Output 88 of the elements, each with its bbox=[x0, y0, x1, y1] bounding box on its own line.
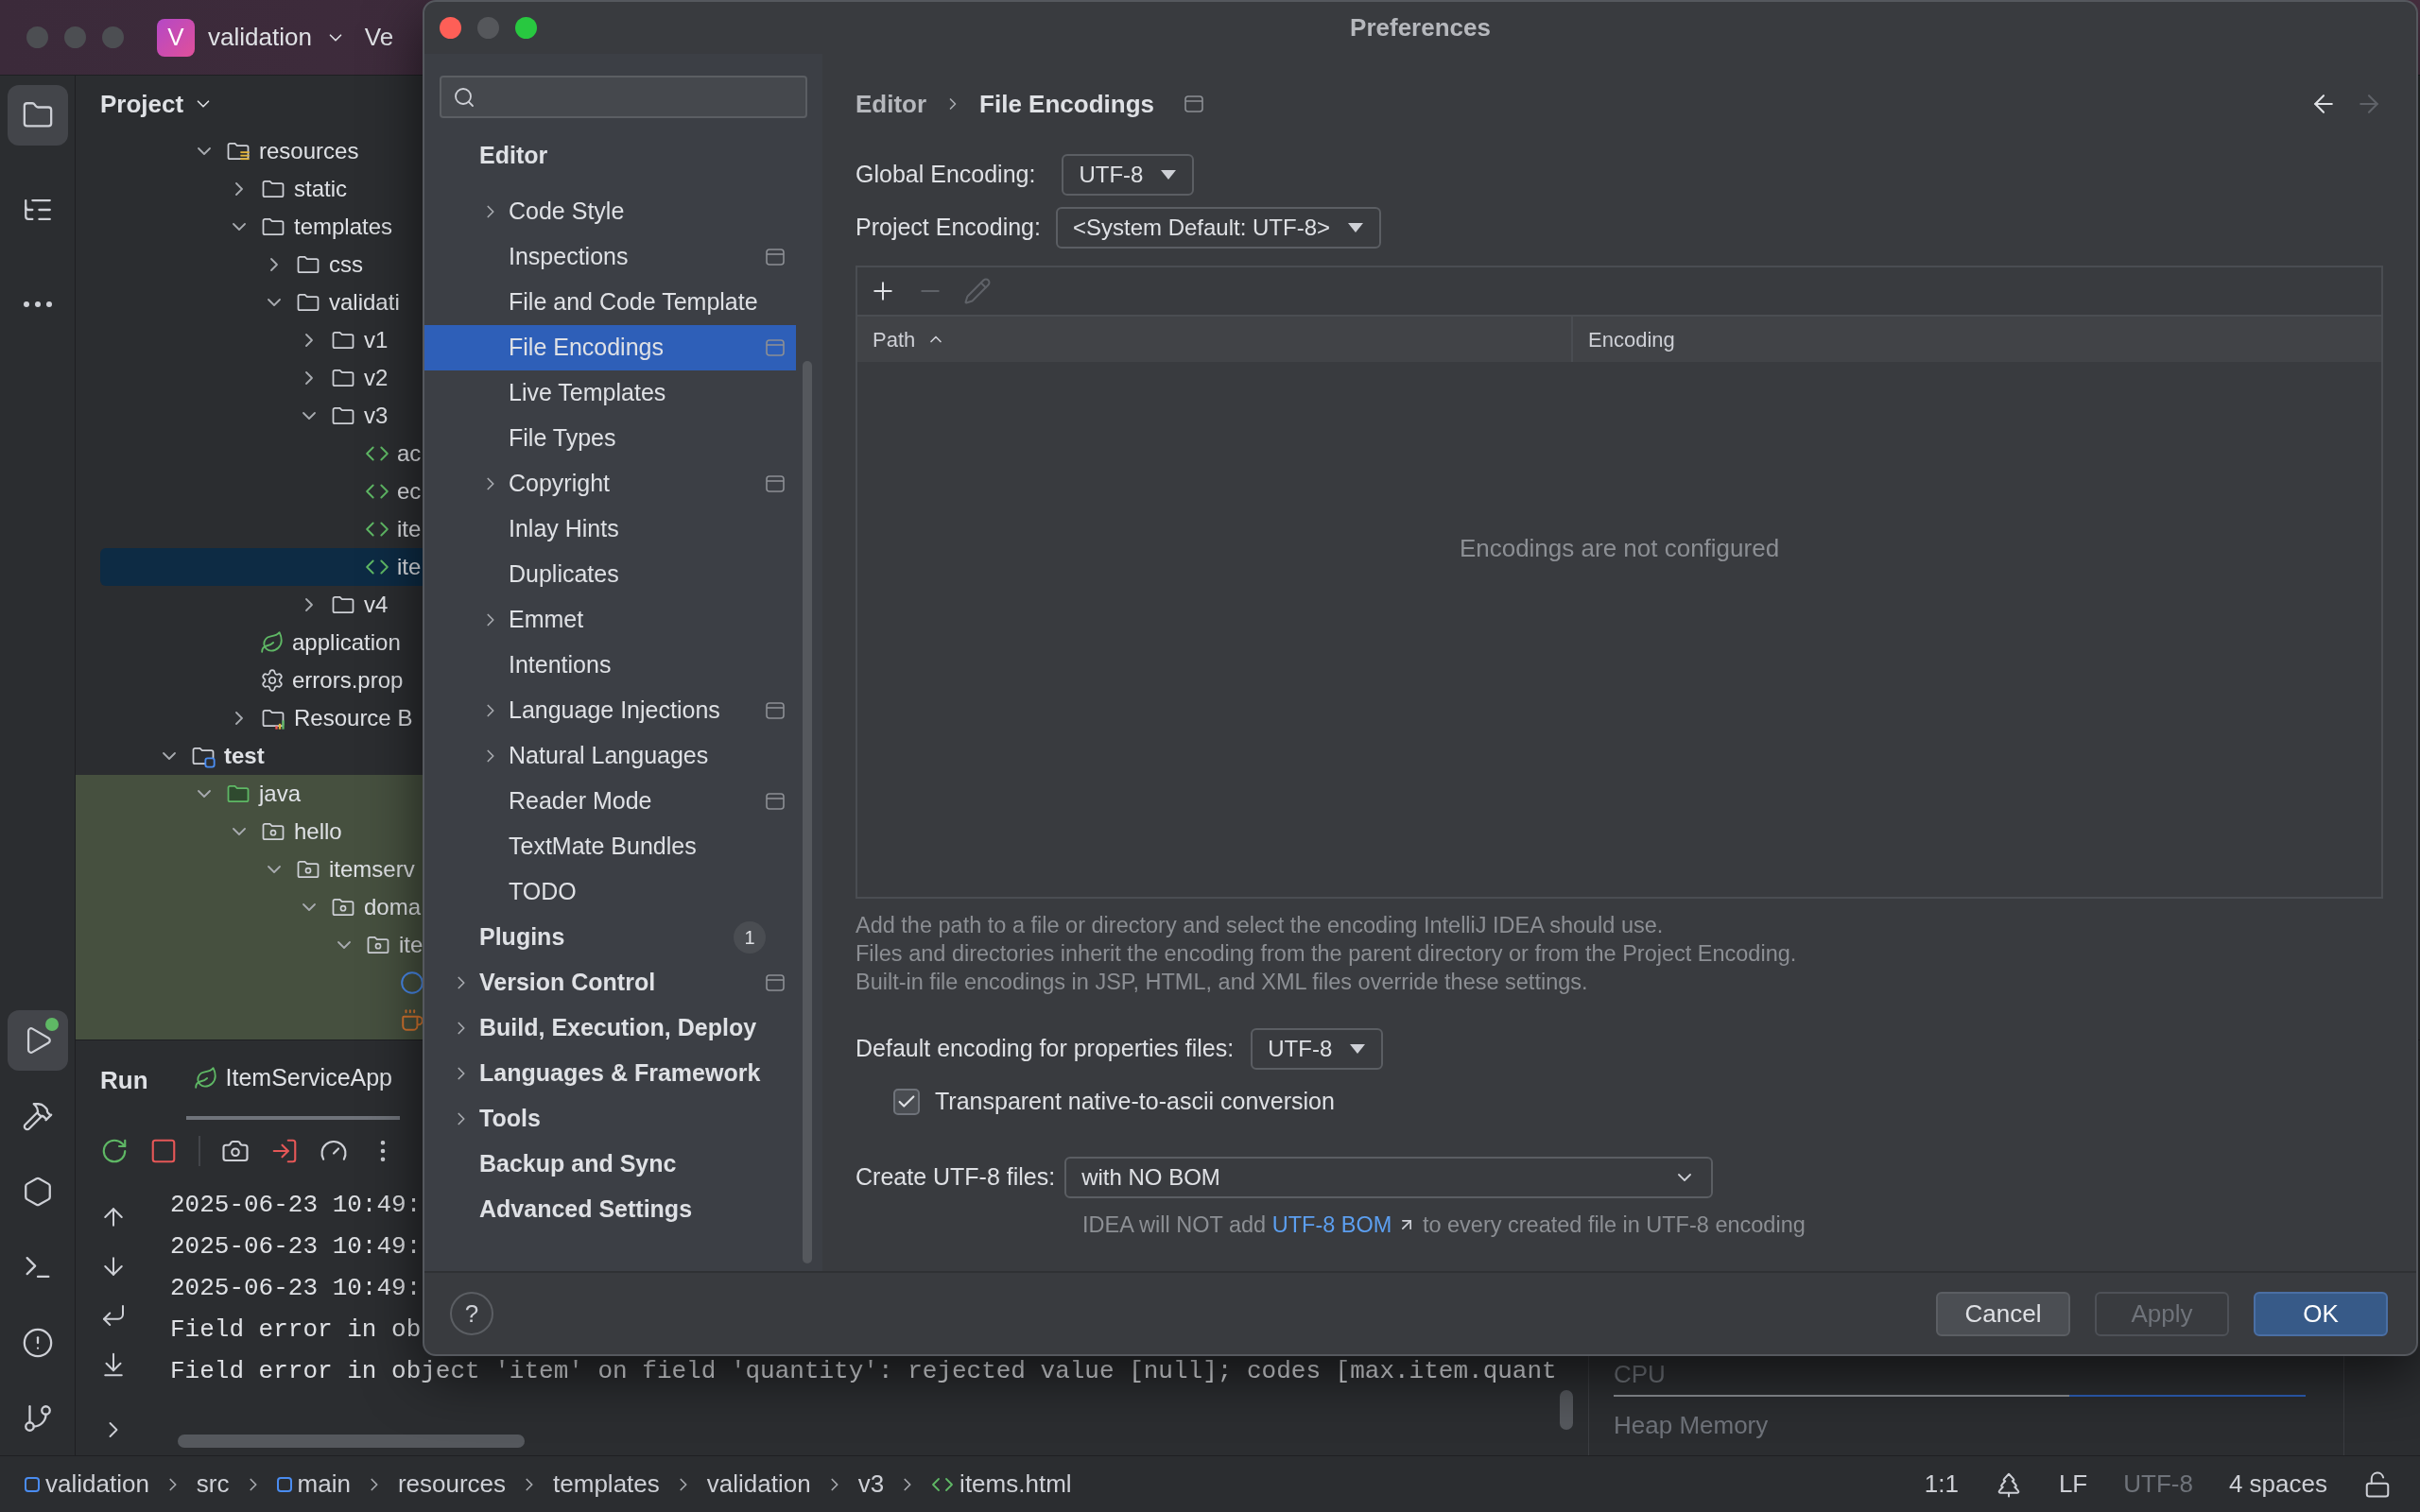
settings-item[interactable]: Tools bbox=[424, 1096, 796, 1142]
help-text: Built-in file encodings in JSP, HTML, and XML files override these settings. bbox=[856, 969, 1589, 996]
settings-item[interactable]: Advanced Settings bbox=[424, 1187, 796, 1232]
help-button[interactable]: ? bbox=[450, 1292, 493, 1335]
status-widget[interactable]: LF bbox=[2058, 1466, 2088, 1503]
breadcrumb-item[interactable]: v3 bbox=[857, 1466, 885, 1503]
breadcrumb-item[interactable]: templates bbox=[553, 1466, 660, 1503]
search-icon bbox=[453, 85, 475, 109]
scope-icon bbox=[766, 475, 785, 492]
checkbox-box[interactable] bbox=[893, 1089, 920, 1115]
horizontal-scrollbar[interactable] bbox=[178, 1435, 525, 1448]
breadcrumb-item[interactable]: resources bbox=[397, 1466, 507, 1503]
circle-icon bbox=[400, 971, 424, 995]
breadcrumb-item[interactable]: main bbox=[276, 1466, 351, 1503]
scope-icon bbox=[766, 339, 785, 356]
tool-window-button[interactable] bbox=[7, 1010, 68, 1071]
dialog-button[interactable]: OK bbox=[2254, 1291, 2388, 1336]
hammer-icon bbox=[21, 1100, 54, 1132]
console-line: Field error in ob bbox=[170, 1314, 422, 1346]
zoom-light[interactable] bbox=[515, 17, 537, 39]
module-icon bbox=[276, 1476, 292, 1492]
breadcrumb-item[interactable]: validation bbox=[25, 1466, 149, 1503]
more-icon bbox=[22, 301, 53, 308]
search-field[interactable] bbox=[440, 76, 807, 118]
profiler-label: CPU bbox=[1614, 1359, 1667, 1390]
console-line: Field error in object 'item' on field 'quantity': rejected value [null]; codes [max.item.quant bbox=[170, 1355, 1557, 1387]
help-text: Add the path to a file or directory and select the encoding IntelliJ IDEA should use. bbox=[856, 912, 1665, 939]
vcs-menu[interactable]: Ve bbox=[364, 19, 394, 56]
scope-icon bbox=[1184, 95, 1204, 112]
field-label: Default encoding for properties files: bbox=[856, 1034, 1235, 1064]
cup-icon bbox=[400, 1008, 424, 1033]
help-text: Files and directories inherit the encoding from the parent directory or from the Project Encoding. bbox=[856, 940, 1798, 968]
dropdown[interactable]: with NO BOM bbox=[1064, 1157, 1714, 1198]
checkbox[interactable]: Transparent native-to-ascii conversion bbox=[893, 1084, 1335, 1120]
project-switcher[interactable]: V validation bbox=[157, 18, 346, 57]
scope-icon bbox=[766, 702, 785, 719]
caret-icon bbox=[1160, 169, 1178, 180]
field-label: Global Encoding: bbox=[856, 160, 1036, 190]
breadcrumb-item[interactable]: items.html bbox=[931, 1466, 1072, 1503]
count-badge: 1 bbox=[734, 921, 766, 954]
close-light[interactable] bbox=[440, 17, 461, 39]
tool-window-button[interactable] bbox=[7, 85, 68, 146]
module-icon bbox=[25, 1476, 40, 1492]
caret-icon bbox=[1349, 1043, 1367, 1055]
stop-icon[interactable] bbox=[149, 1137, 178, 1165]
panel-title: Run bbox=[100, 1064, 148, 1096]
settings-item[interactable]: Build, Execution, Deploy bbox=[424, 1005, 796, 1051]
dropdown[interactable]: UTF-8 bbox=[1251, 1028, 1384, 1070]
dropdown[interactable]: <System Default: UTF-8> bbox=[1055, 207, 1382, 249]
settings-item[interactable]: Backup and Sync bbox=[424, 1142, 796, 1187]
lock-open-icon[interactable] bbox=[2363, 1469, 2392, 1499]
vertical-scrollbar[interactable] bbox=[803, 361, 812, 1263]
scope-icon bbox=[766, 793, 785, 810]
scope-icon bbox=[766, 974, 785, 991]
settings-item[interactable]: File Encodings bbox=[424, 325, 796, 370]
alert-icon bbox=[21, 1327, 54, 1359]
console-line: 2025-06-23 10:49: bbox=[170, 1230, 422, 1263]
column-header[interactable]: Path bbox=[857, 317, 1573, 362]
breadcrumb-item[interactable]: src bbox=[196, 1466, 230, 1503]
caret-icon bbox=[1347, 222, 1365, 233]
project-view-selector[interactable]: Project bbox=[100, 85, 215, 123]
status-widget[interactable]: 1:1 bbox=[1924, 1466, 1959, 1503]
scope-icon bbox=[766, 249, 785, 266]
dialog-button[interactable]: Cancel bbox=[1936, 1291, 2070, 1336]
empty-state-text: Encodings are not configured bbox=[1459, 533, 1780, 564]
breadcrumb-item[interactable]: Editor bbox=[856, 85, 927, 123]
field-label: Create UTF-8 files: bbox=[856, 1162, 1056, 1193]
hint-text: IDEA will NOT add UTF-8 BOM to every created file in UTF-8 encoding bbox=[1081, 1211, 1806, 1239]
rerun-icon[interactable] bbox=[100, 1137, 129, 1165]
status-widget[interactable]: 4 spaces bbox=[2228, 1466, 2327, 1503]
settings-item[interactable]: Languages & Framework bbox=[424, 1051, 796, 1096]
breadcrumb-item[interactable]: validation bbox=[706, 1466, 811, 1503]
column-header[interactable]: Encoding bbox=[1573, 317, 2381, 362]
window-title: Preferences bbox=[1350, 12, 1491, 43]
link[interactable]: UTF-8 BOM bbox=[1271, 1211, 1417, 1239]
vertical-scrollbar[interactable] bbox=[1560, 1390, 1573, 1430]
run-tab[interactable]: ItemServiceApp bbox=[185, 1040, 400, 1120]
console-line: 2025-06-23 10:49: bbox=[170, 1272, 422, 1304]
gear-icon bbox=[260, 668, 285, 693]
leaf-icon bbox=[193, 1066, 218, 1091]
profiler-label: Heap Memory bbox=[1614, 1410, 1770, 1441]
dropdown[interactable]: UTF-8 bbox=[1062, 154, 1195, 196]
breadcrumb-item: File Encodings bbox=[979, 88, 1155, 120]
project-avatar: V bbox=[157, 18, 195, 57]
exit-icon[interactable] bbox=[270, 1137, 299, 1165]
leaf-icon bbox=[260, 630, 285, 655]
field-label: Project Encoding: bbox=[856, 213, 1041, 243]
console-line: 2025-06-23 10:49: bbox=[170, 1189, 422, 1221]
